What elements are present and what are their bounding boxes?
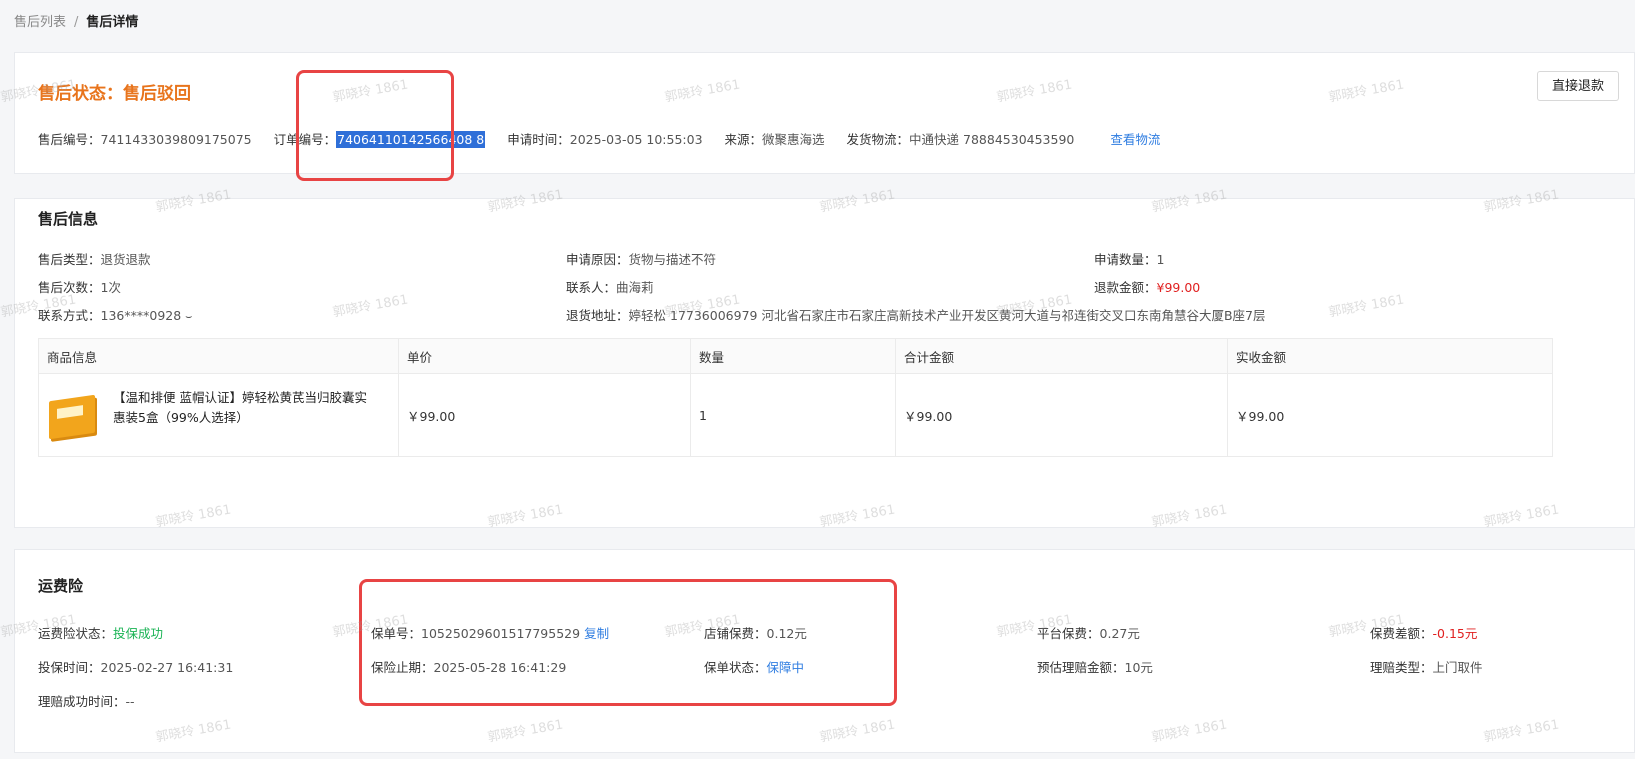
apply-qty-value: 1 xyxy=(1156,252,1165,267)
breadcrumb-parent-link[interactable]: 售后列表 xyxy=(14,15,66,30)
insure-time-label: 投保时间： xyxy=(38,660,101,675)
fee-difference-value: -0.15元 xyxy=(1432,626,1478,641)
aftersale-info-card: 售后信息 售后类型：退货退款 申请原因：货物与描述不符 申请数量：1 售后次数：… xyxy=(14,198,1635,528)
freight-insurance-title: 运费险 xyxy=(38,577,84,595)
order-meta-row: 售后编号：7411433039809175075 订单编号：7406411014… xyxy=(38,129,1160,148)
breadcrumb-separator: / xyxy=(74,15,79,30)
breadcrumb-current: 售后详情 xyxy=(86,15,139,30)
contact-person-value: 曲海莉 xyxy=(616,280,654,295)
aftersale-type-label: 售后类型： xyxy=(38,252,101,267)
aftersale-status-title: 售后状态：售后驳回 xyxy=(38,84,191,104)
apply-qty: 申请数量：1 xyxy=(1094,249,1164,268)
claim-success-time-value: -- xyxy=(125,694,135,709)
aftersale-times: 售后次数：1次 xyxy=(38,277,121,296)
refund-amount: 退款金额：¥99.00 xyxy=(1094,277,1200,296)
product-name: 【温和排便 蓝帽认证】婷轻松黄芪当归胶囊实惠装5盒（99%人选择） xyxy=(113,390,367,425)
goods-table: 商品信息 单价 数量 合计金额 实收金额 【温和排便 蓝帽认证】婷轻松黄芪当归胶… xyxy=(38,338,1553,457)
platform-fee: 平台保费：0.27元 xyxy=(1037,623,1140,642)
aftersale-info-title: 售后信息 xyxy=(38,210,99,228)
return-address: 退货地址：婷轻松 17736006979 河北省石家庄市石家庄高新技术产业开发区… xyxy=(566,305,1265,324)
logistics-label: 发货物流： xyxy=(846,132,910,147)
header-total: 合计金额 xyxy=(895,338,1228,374)
apply-reason: 申请原因：货物与描述不符 xyxy=(566,249,716,268)
aftersale-type: 售后类型：退货退款 xyxy=(38,249,151,268)
apply-time-value: 2025-03-05 10:55:03 xyxy=(569,132,703,147)
contact-phone-value: 136****0928 xyxy=(100,308,182,323)
breadcrumb: 售后列表 / 售后详情 xyxy=(14,11,138,30)
aftersale-times-label: 售后次数： xyxy=(38,280,101,295)
logistics-value: 中通快递 78884530453590 xyxy=(909,132,1075,147)
estimated-claim-label: 预估理赔金额： xyxy=(1037,660,1125,675)
return-address-value: 婷轻松 17736006979 河北省石家庄市石家庄高新技术产业开发区黄河大道与… xyxy=(628,308,1266,323)
highlight-frame-policy xyxy=(359,579,897,706)
received-cell: ￥99.00 xyxy=(1227,373,1553,457)
product-image[interactable] xyxy=(47,392,99,442)
claim-type-value: 上门取件 xyxy=(1432,660,1483,675)
fee-difference-label: 保费差额： xyxy=(1370,626,1433,641)
refund-amount-label: 退款金额： xyxy=(1094,280,1157,295)
apply-reason-label: 申请原因： xyxy=(566,252,629,267)
platform-fee-label: 平台保费： xyxy=(1037,626,1100,641)
estimated-claim-value: 10元 xyxy=(1124,660,1153,675)
quantity-cell: 1 xyxy=(690,373,896,457)
source-value: 微聚惠海选 xyxy=(762,132,825,147)
aftersale-no-label: 售后编号： xyxy=(38,132,101,147)
contact-phone-label: 联系方式： xyxy=(38,308,101,323)
aftersale-times-value: 1次 xyxy=(100,280,121,295)
claim-success-time: 理赔成功时间：-- xyxy=(38,691,135,710)
refund-amount-value: ¥99.00 xyxy=(1156,280,1201,295)
highlight-frame-order-no xyxy=(296,70,454,181)
insure-time: 投保时间：2025-02-27 16:41:31 xyxy=(38,657,233,676)
eye-icon[interactable]: ⌣ xyxy=(185,310,192,323)
platform-fee-value: 0.27元 xyxy=(1099,626,1140,641)
apply-reason-value: 货物与描述不符 xyxy=(628,252,717,267)
claim-type: 理赔类型：上门取件 xyxy=(1370,657,1483,676)
table-row: 【温和排便 蓝帽认证】婷轻松黄芪当归胶囊实惠装5盒（99%人选择） ￥99.00… xyxy=(38,373,1553,457)
header-unit-price: 单价 xyxy=(398,338,691,374)
claim-success-time-label: 理赔成功时间： xyxy=(38,694,126,709)
claim-type-label: 理赔类型： xyxy=(1370,660,1433,675)
insure-time-value: 2025-02-27 16:41:31 xyxy=(100,660,234,675)
goods-table-header: 商品信息 单价 数量 合计金额 实收金额 xyxy=(38,338,1553,374)
unit-price-cell: ￥99.00 xyxy=(398,373,691,457)
view-logistics-link[interactable]: 查看物流 xyxy=(1110,132,1160,147)
aftersale-no-value: 7411433039809175075 xyxy=(100,132,252,147)
apply-qty-label: 申请数量： xyxy=(1094,252,1157,267)
status-card: 售后状态：售后驳回 直接退款 售后编号：7411433039809175075 … xyxy=(14,52,1635,174)
aftersale-type-value: 退货退款 xyxy=(100,252,151,267)
goods-info-cell: 【温和排便 蓝帽认证】婷轻松黄芪当归胶囊实惠装5盒（99%人选择） xyxy=(38,373,399,457)
contact-person-label: 联系人： xyxy=(566,280,617,295)
insurance-status-label: 运费险状态： xyxy=(38,626,114,641)
contact-phone: 联系方式：136****0928 ⌣ xyxy=(38,305,192,324)
insurance-status: 运费险状态：投保成功 xyxy=(38,623,163,642)
estimated-claim: 预估理赔金额：10元 xyxy=(1037,657,1153,676)
fee-difference: 保费差额：-0.15元 xyxy=(1370,623,1477,642)
total-cell: ￥99.00 xyxy=(895,373,1228,457)
return-address-label: 退货地址： xyxy=(566,308,629,323)
product-item: 【温和排便 蓝帽认证】婷轻松黄芪当归胶囊实惠装5盒（99%人选择） xyxy=(47,388,390,442)
header-goods-info: 商品信息 xyxy=(38,338,399,374)
direct-refund-button[interactable]: 直接退款 xyxy=(1537,71,1619,101)
insurance-status-value: 投保成功 xyxy=(113,626,164,641)
contact-person: 联系人：曲海莉 xyxy=(566,277,654,296)
apply-time-label: 申请时间： xyxy=(507,132,570,147)
header-quantity: 数量 xyxy=(690,338,896,374)
header-received: 实收金额 xyxy=(1227,338,1553,374)
source-label: 来源： xyxy=(724,132,763,147)
